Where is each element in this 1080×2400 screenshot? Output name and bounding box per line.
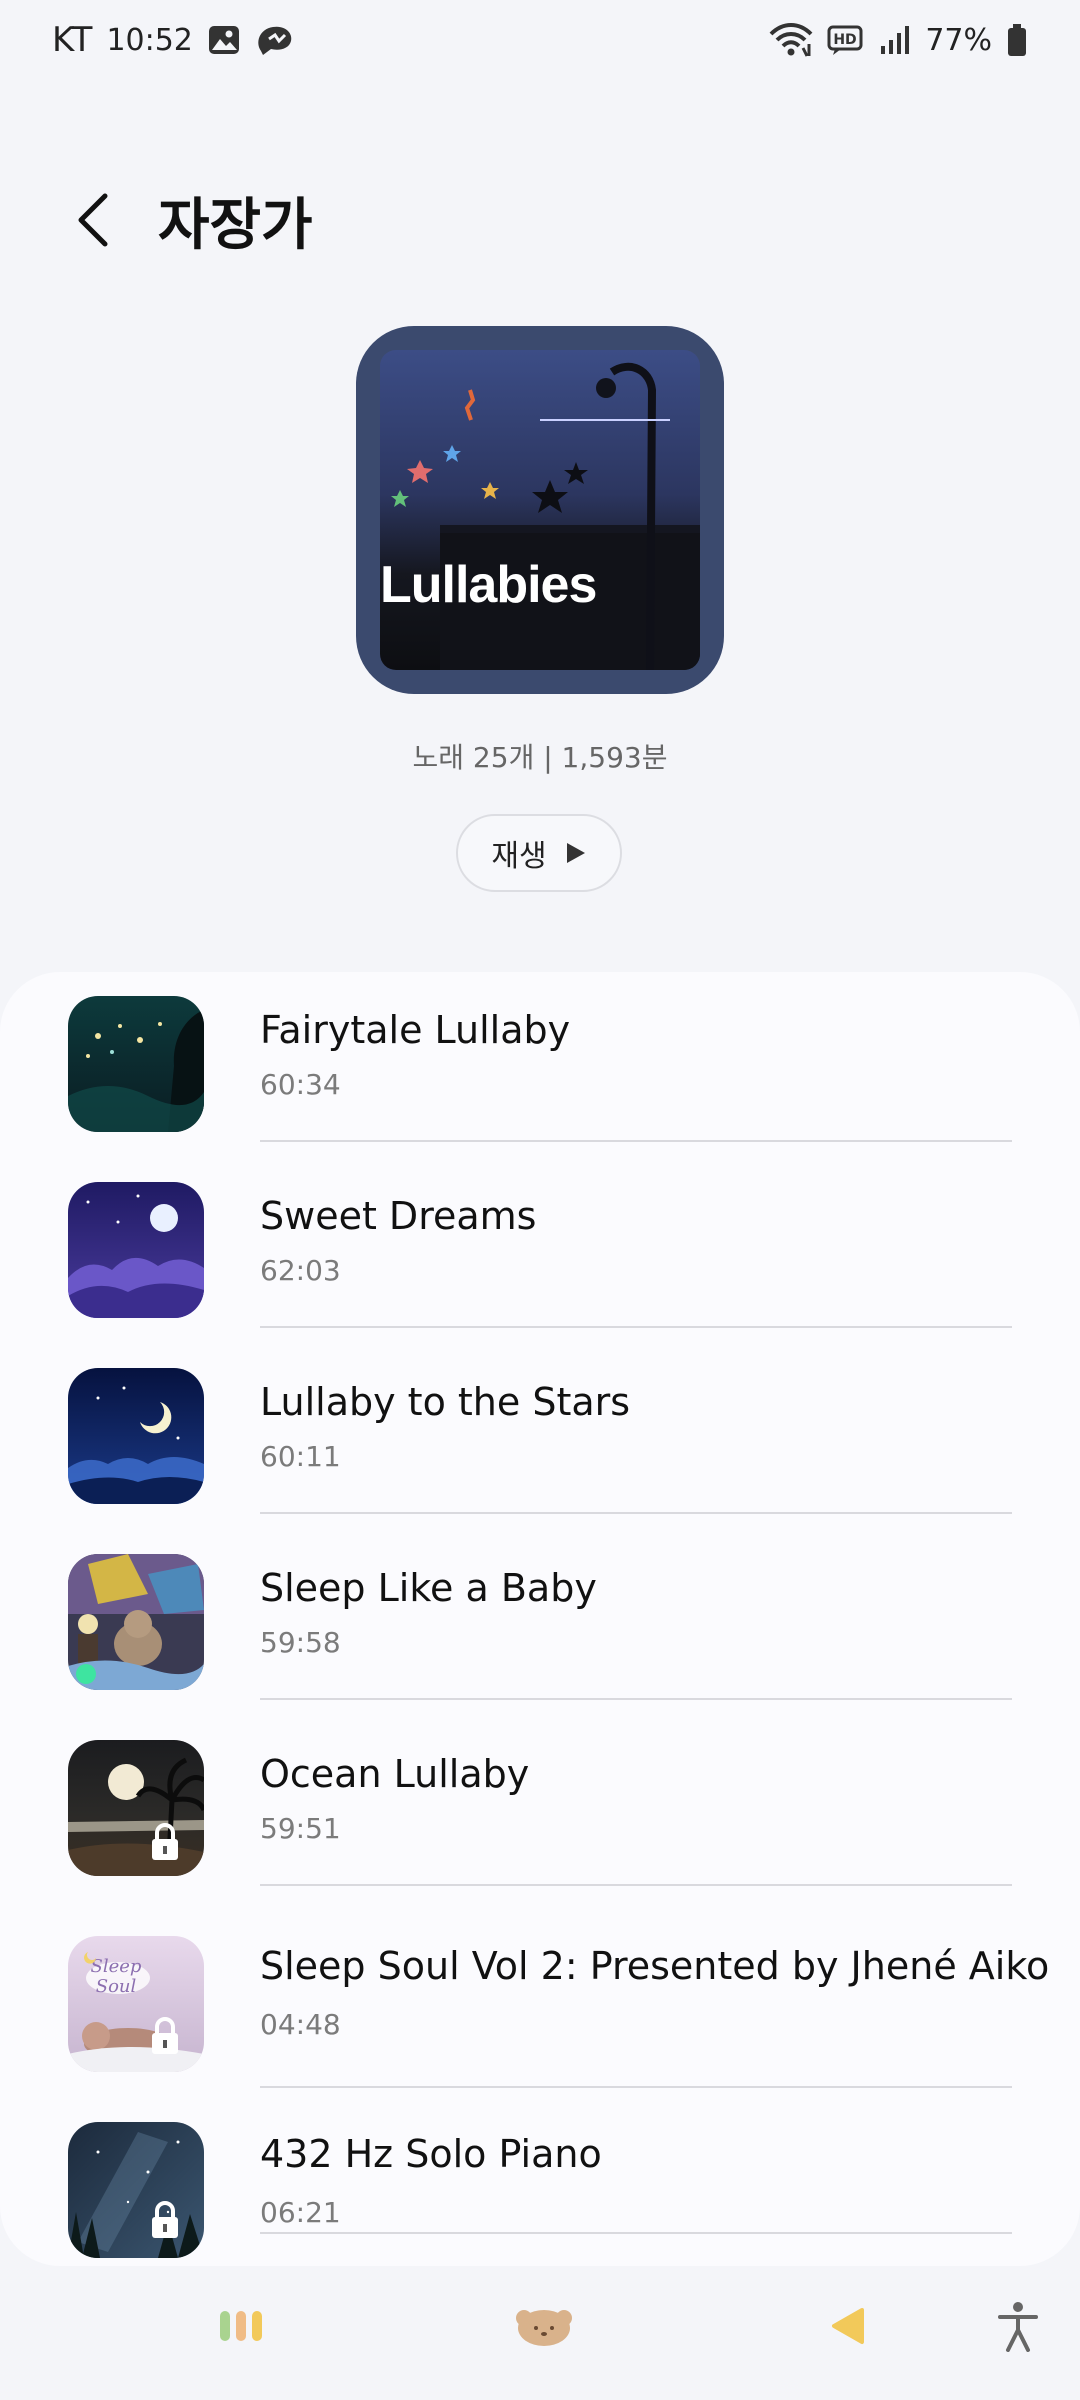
battery-percent: 77% [925,22,992,58]
hd-voice-icon: HD [827,24,865,56]
song-title: 432 Hz Solo Piano [260,2132,602,2176]
sounds-nav-icon [220,2311,262,2341]
divider [260,1140,1012,1142]
header: 자장가 [0,170,1080,270]
song-list: Fairytale Lullaby 60:34 Sweet Dreams 62:… [0,972,1080,2266]
accessibility-icon [998,2302,1038,2352]
play-label: 재생 [491,839,547,874]
playlist-meta: 노래 25개 | 1,593분 [412,741,668,774]
song-row[interactable]: Lullaby to the Stars 60:11 [0,1344,1080,1530]
messenger-icon [255,23,295,57]
character-nav-button[interactable] [504,2286,584,2366]
divider [260,1884,1012,1886]
playlist-cover: Lullabies [356,326,724,694]
song-title: Sleep Soul Vol 2: Presented by Jhené Aik… [260,1944,1050,1988]
back-arrow-icon [78,193,108,247]
back-nav-button[interactable] [808,2286,888,2366]
song-row[interactable]: Sleep Soul Sleep Soul Vol 2: Presented b… [0,1902,1080,2088]
song-duration: 04:48 [260,2008,341,2041]
wifi-icon [769,22,813,58]
svg-text:Soul: Soul [96,1976,137,1997]
song-thumbnail [68,2122,204,2258]
song-duration: 59:51 [260,1812,341,1845]
song-duration: 62:03 [260,1254,341,1287]
song-thumbnail [68,996,204,1132]
song-title: Fairytale Lullaby [260,1008,571,1052]
song-title: Lullaby to the Stars [260,1380,631,1424]
status-bar-right: HD 77% [769,22,1028,58]
lock-icon [152,2201,178,2238]
song-row[interactable]: Sleep Like a Baby 59:58 [0,1530,1080,1716]
page-title: 자장가 [158,192,313,258]
svg-text:Sleep: Sleep [91,1956,142,1977]
sounds-nav-button[interactable] [202,2286,282,2366]
status-bar-left: KT 10:52 [52,20,295,60]
play-icon [566,843,585,863]
lock-icon [152,2017,178,2054]
song-row[interactable]: 432 Hz Solo Piano 06:21 [0,2104,1080,2266]
bottom-nav [0,2266,1080,2400]
cover-title: Lullabies [380,556,597,614]
song-duration: 60:11 [260,1440,341,1473]
song-title: Sweet Dreams [260,1194,537,1238]
song-row[interactable]: Fairytale Lullaby 60:34 [0,972,1080,1158]
gallery-icon [207,23,241,57]
back-nav-icon [832,2308,864,2344]
song-thumbnail [68,1368,204,1504]
cover-artwork: Lullabies [380,350,700,670]
song-duration: 59:58 [260,1626,341,1659]
song-thumbnail [68,1740,204,1876]
back-button[interactable] [58,175,128,265]
carrier-label: KT [52,20,93,60]
battery-icon [1006,23,1028,57]
song-duration: 06:21 [260,2196,341,2229]
play-button[interactable]: 재생 [456,814,622,892]
status-bar: KT 10:52 HD 77% [0,0,1080,80]
song-title: Sleep Like a Baby [260,1566,597,1610]
song-title: Ocean Lullaby [260,1752,530,1796]
song-thumbnail [68,1554,204,1690]
clock: 10:52 [106,22,193,58]
divider [260,1698,1012,1700]
accessibility-button[interactable] [978,2286,1058,2366]
divider [260,2086,1012,2088]
divider [260,1326,1012,1328]
lock-icon [152,1823,178,1860]
song-row[interactable]: Ocean Lullaby 59:51 [0,1716,1080,1902]
svg-text:HD: HD [834,32,857,48]
divider [260,2232,1012,2234]
divider [260,1512,1012,1514]
song-thumbnail: Sleep Soul [68,1936,204,2072]
character-nav-icon [516,2310,572,2346]
signal-icon [879,24,911,56]
song-duration: 60:34 [260,1068,341,1101]
song-row[interactable]: Sweet Dreams 62:03 [0,1158,1080,1344]
song-thumbnail [68,1182,204,1318]
